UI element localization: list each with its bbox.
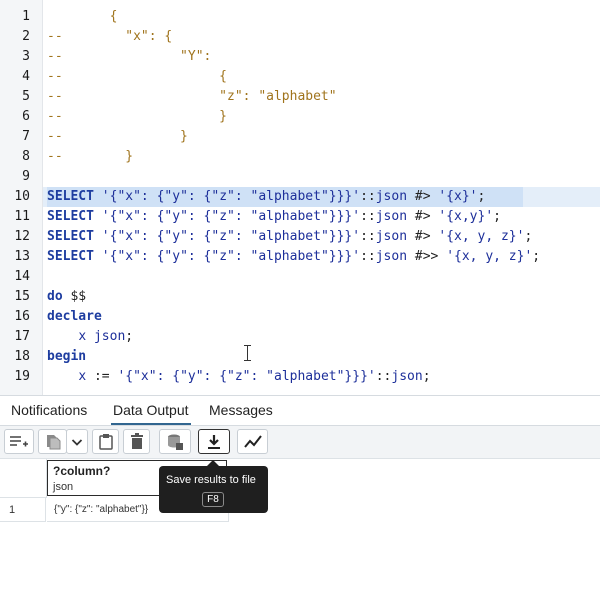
paste-icon bbox=[98, 434, 113, 450]
code-line: x := '{"x": {"y": {"z": "alphabet"}}}'::… bbox=[78, 369, 431, 384]
tab-data-output[interactable]: Data Output bbox=[111, 396, 191, 425]
code-line: -- { bbox=[47, 69, 228, 84]
line-number: 16 bbox=[14, 309, 30, 324]
copy-button[interactable] bbox=[38, 429, 67, 454]
tab-messages[interactable]: Messages bbox=[207, 396, 275, 425]
line-number: 8 bbox=[22, 149, 30, 164]
code-line: x json; bbox=[78, 329, 134, 344]
add-row-icon bbox=[10, 435, 28, 446]
copy-options-dropdown[interactable] bbox=[66, 429, 88, 454]
save-data-button[interactable] bbox=[159, 429, 191, 454]
download-button[interactable] bbox=[198, 429, 230, 454]
paste-button[interactable] bbox=[92, 429, 119, 454]
code-line: -- "z": "alphabet" bbox=[47, 89, 337, 104]
save-results-tooltip: Save results to file F8 bbox=[159, 460, 268, 513]
tab-notifications[interactable]: Notifications bbox=[9, 396, 89, 425]
line-number: 15 bbox=[14, 289, 30, 304]
code-line: SELECT '{"x": {"y": {"z": "alphabet"}}}'… bbox=[47, 209, 501, 224]
code-line: -- "Y": bbox=[47, 49, 212, 64]
result-grid: ?column? json 1 {"y": {"z": "alphabet"}} bbox=[0, 459, 600, 600]
delete-icon bbox=[130, 433, 143, 449]
graph-visualiser-button[interactable] bbox=[237, 429, 268, 454]
line-number: 19 bbox=[14, 369, 30, 384]
code-line: -- } bbox=[47, 109, 228, 124]
tooltip-text: Save results to file bbox=[166, 474, 256, 486]
line-number: 1 bbox=[22, 9, 30, 24]
line-number: 4 bbox=[22, 69, 30, 84]
line-number: 10 bbox=[14, 189, 30, 204]
line-number: 11 bbox=[14, 209, 30, 224]
line-number: 7 bbox=[22, 129, 30, 144]
code-line: SELECT '{"x": {"y": {"z": "alphabet"}}}'… bbox=[47, 189, 486, 204]
line-number: 6 bbox=[22, 109, 30, 124]
code-line: SELECT '{"x": {"y": {"z": "alphabet"}}}'… bbox=[47, 229, 533, 244]
code-line: SELECT '{"x": {"y": {"z": "alphabet"}}}'… bbox=[47, 249, 541, 264]
code-line: begin bbox=[47, 349, 87, 364]
delete-button[interactable] bbox=[123, 429, 150, 454]
code-line: declare bbox=[47, 309, 102, 324]
row-number[interactable]: 1 bbox=[0, 498, 46, 522]
column-name: ?column? bbox=[53, 464, 111, 478]
chevron-down-icon bbox=[71, 438, 83, 446]
grid-corner[interactable] bbox=[0, 459, 47, 498]
line-number-gutter: 1 2 3 4 5 6 7 8 9 10 11 12 13 14 15 16 17 18 19 bbox=[0, 0, 43, 395]
graph-icon bbox=[243, 434, 262, 448]
save-data-icon bbox=[168, 434, 183, 450]
code-line: { bbox=[47, 9, 118, 24]
column-type: json bbox=[53, 481, 74, 493]
line-number: 2 bbox=[22, 29, 30, 44]
query-editor[interactable]: 1 2 3 4 5 6 7 8 9 10 11 12 13 14 15 16 17 18 19 {-- "x": {… bbox=[0, 0, 600, 395]
tooltip-shortcut: F8 bbox=[202, 492, 224, 507]
result-tabs: Notifications Data Output Messages bbox=[0, 395, 600, 426]
code-line: -- } bbox=[47, 149, 134, 164]
download-icon bbox=[208, 434, 220, 449]
line-number: 17 bbox=[14, 329, 30, 344]
line-number: 18 bbox=[14, 349, 30, 364]
line-number: 13 bbox=[14, 249, 30, 264]
line-number: 3 bbox=[22, 49, 30, 64]
text-cursor-icon bbox=[243, 345, 253, 361]
line-number: 12 bbox=[14, 229, 30, 244]
line-number: 9 bbox=[22, 169, 30, 184]
copy-icon bbox=[46, 435, 60, 450]
add-row-button[interactable] bbox=[4, 429, 34, 454]
data-output-toolbar bbox=[0, 426, 600, 459]
line-number: 14 bbox=[14, 269, 30, 284]
code-line: -- } bbox=[47, 129, 188, 144]
code-line: do $$ bbox=[47, 289, 87, 304]
code-line: -- "x": { bbox=[47, 29, 173, 44]
line-number: 5 bbox=[22, 89, 30, 104]
